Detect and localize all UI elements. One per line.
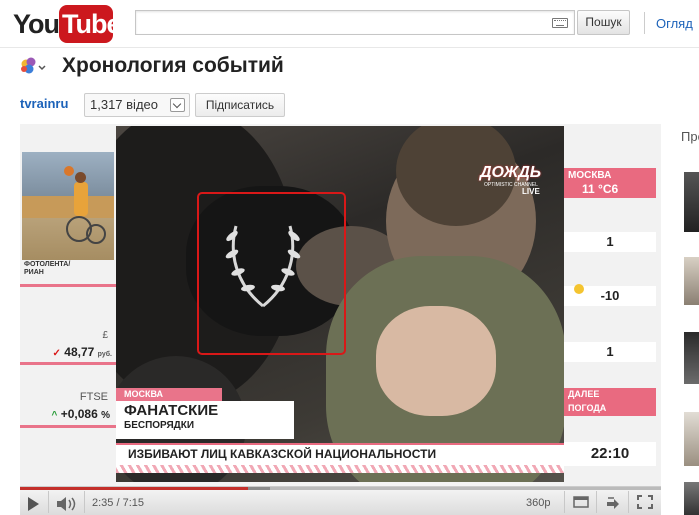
right-ticker-panel: МОСКВА 11 °С6 1 -10 1 ДАЛЕЕ ПОГОДА 22:10 xyxy=(564,124,661,486)
sidebar-video-thumbnail[interactable] xyxy=(684,482,699,515)
channel-watermark: ДОЖДЬ OPTIMISTIC CHANNEL LIVE xyxy=(476,164,558,196)
volume-icon[interactable] xyxy=(56,496,78,512)
news-crawl: ИЗБИВАЮТ ЛИЦ КАВКАЗСКОЙ НАЦИОНАЛЬНОСТИ xyxy=(116,443,564,465)
logo-tube-text: Tube xyxy=(62,9,121,39)
bug-text: ДОЖДЬ xyxy=(480,164,542,181)
search-input[interactable] xyxy=(136,11,536,34)
control-divider xyxy=(628,491,629,513)
weather-temp: 11 °С6 xyxy=(582,182,619,196)
next-label: ДАЛЕЕ xyxy=(568,389,600,399)
time-display: 2:35 / 7:15 xyxy=(92,497,144,509)
expand-icon[interactable] xyxy=(604,494,622,510)
currency-unit: руб. xyxy=(97,351,112,358)
ticker-divider xyxy=(20,362,116,365)
subscribe-button[interactable]: Підписатись xyxy=(195,93,285,117)
logo-you-text: You xyxy=(13,9,60,39)
ticker-value: 1 xyxy=(564,342,656,362)
browse-link[interactable]: Огляд xyxy=(656,16,693,31)
currency-value-row: ✓ 48,77 руб. xyxy=(52,345,112,359)
headline-box: ФАНАТСКИЕ БЕСПОРЯДКИ xyxy=(116,401,294,439)
photo-caption: ФОТОЛЕНТА/ РИАН xyxy=(24,261,71,276)
clock: 22:10 xyxy=(564,442,656,466)
sidebar-heading: Про xyxy=(681,129,699,144)
annotation-highlight-box xyxy=(197,192,346,355)
left-ticker-panel: ФОТОЛЕНТА/ РИАН £ ✓ 48,77 руб. FTSE ^ +0… xyxy=(20,124,116,486)
ticker-divider xyxy=(20,425,116,428)
control-divider xyxy=(48,491,49,513)
video-title: Хронология событий xyxy=(62,54,284,77)
control-divider xyxy=(564,491,565,513)
index-label: FTSE xyxy=(79,391,108,403)
keyboard-icon[interactable] xyxy=(552,18,568,28)
quality-button[interactable]: 360p xyxy=(526,497,550,509)
play-icon[interactable] xyxy=(28,497,39,511)
control-divider xyxy=(84,491,85,513)
index-unit: % xyxy=(101,410,110,421)
sidebar-video-thumbnail[interactable] xyxy=(684,172,699,232)
video-player[interactable]: ФОТОЛЕНТА/ РИАН £ ✓ 48,77 руб. FTSE ^ +0… xyxy=(20,124,661,515)
video-count-label: 1,317 відео xyxy=(90,97,158,112)
weather-city-panel: МОСКВА 11 °С6 xyxy=(564,168,656,198)
video-count-dropdown[interactable]: 1,317 відео xyxy=(84,93,190,117)
sidebar-video-thumbnail[interactable] xyxy=(684,332,699,384)
index-value: +0,086 xyxy=(60,407,98,421)
search-button[interactable]: Пошук xyxy=(577,10,630,35)
next-up-panel: ДАЛЕЕ ПОГОДА xyxy=(564,388,656,416)
location-tag: МОСКВА xyxy=(116,388,222,401)
header-divider xyxy=(644,12,645,34)
index-value-row: ^ +0,086 % xyxy=(51,407,110,421)
sun-icon xyxy=(574,284,584,294)
search-box xyxy=(135,10,575,35)
youtube-logo[interactable]: You Tube xyxy=(13,5,121,45)
fullscreen-icon[interactable] xyxy=(636,494,654,510)
progress-bar[interactable] xyxy=(20,487,661,490)
control-divider xyxy=(596,491,597,513)
header-rule xyxy=(0,47,699,48)
bug-live: LIVE xyxy=(522,187,540,196)
crawl-stripes xyxy=(116,465,564,473)
player-controls: 2:35 / 7:15 360p xyxy=(20,486,661,515)
currency-label: £ xyxy=(102,330,108,341)
weather-city: МОСКВА xyxy=(568,170,612,181)
headline-main: ФАНАТСКИЕ xyxy=(124,402,219,419)
channel-logo-icon xyxy=(21,57,46,74)
currency-value: 48,77 xyxy=(64,345,95,359)
headline-sub: БЕСПОРЯДКИ xyxy=(124,420,195,431)
progress-fill xyxy=(20,487,248,490)
sidebar-video-thumbnail[interactable] xyxy=(684,257,699,305)
channel-name-link[interactable]: tvrainru xyxy=(20,96,68,111)
sidebar-video-thumbnail[interactable] xyxy=(684,412,699,466)
ticker-value: 1 xyxy=(564,232,656,252)
next-item: ПОГОДА xyxy=(568,403,607,413)
photo-thumbnail xyxy=(22,152,114,260)
chevron-down-icon[interactable] xyxy=(170,98,185,112)
ticker-divider xyxy=(20,284,116,287)
video-frame[interactable]: ФОТОЛЕНТА/ РИАН £ ✓ 48,77 руб. FTSE ^ +0… xyxy=(20,124,661,486)
popout-icon[interactable] xyxy=(572,494,590,510)
